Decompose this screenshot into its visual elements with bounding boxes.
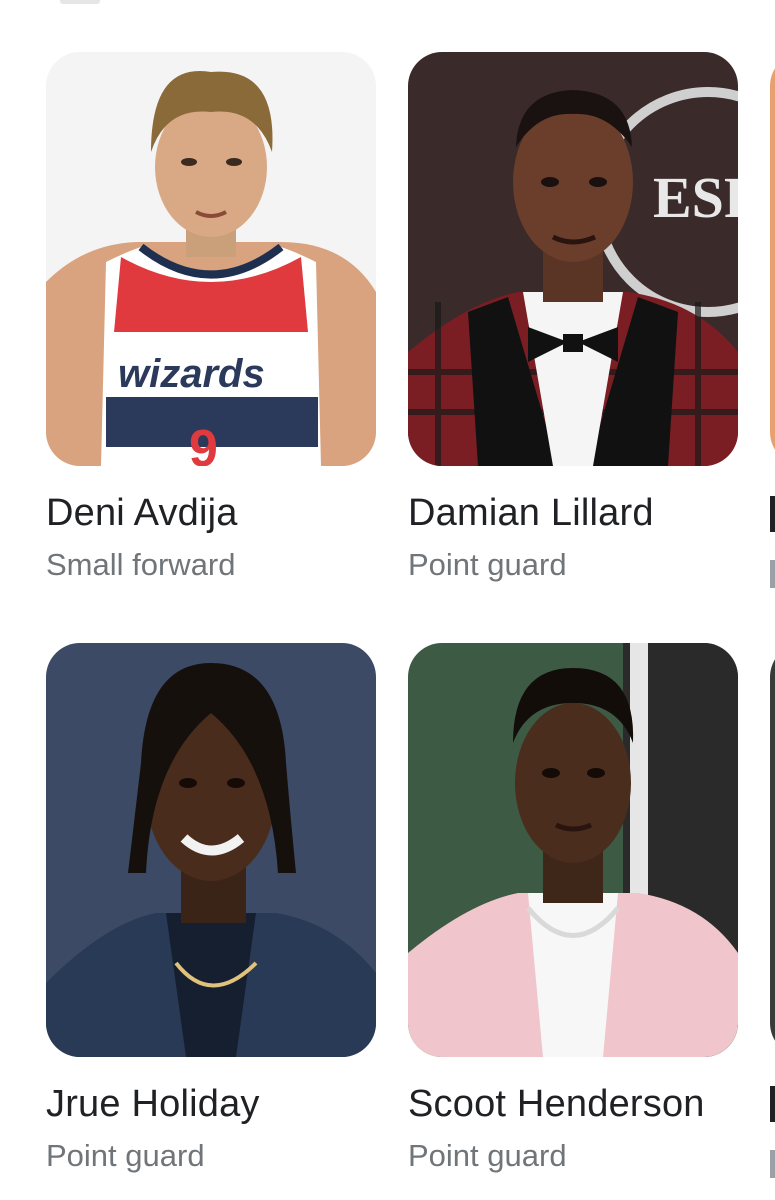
next-result-name-edge: [770, 496, 775, 532]
player-name[interactable]: Scoot Henderson: [408, 1083, 738, 1126]
player-photo[interactable]: ESP: [408, 52, 738, 466]
player-name[interactable]: Deni Avdija: [46, 492, 376, 535]
player-position: Point guard: [46, 1138, 205, 1173]
next-result-card-edge[interactable]: [770, 643, 775, 1057]
next-result-card-edge[interactable]: [770, 52, 775, 466]
player-position: Point guard: [408, 547, 567, 582]
player-name[interactable]: Jrue Holiday: [46, 1083, 376, 1126]
player-photo[interactable]: wizards 9: [46, 52, 376, 466]
player-name[interactable]: Damian Lillard: [408, 492, 738, 535]
player-photo[interactable]: [408, 643, 738, 1057]
player-position: Small forward: [46, 547, 236, 582]
next-result-position-edge: [770, 1150, 775, 1178]
backdrop-logo-text: ESP: [653, 165, 738, 230]
next-result-position-edge: [770, 560, 775, 588]
player-photo[interactable]: [46, 643, 376, 1057]
jersey-wordmark: wizards: [118, 352, 265, 396]
result-card-jrue-holiday[interactable]: Jrue Holiday Point guard: [46, 643, 376, 1174]
jersey-number: 9: [189, 420, 218, 466]
next-result-name-edge: [770, 1086, 775, 1122]
player-position: Point guard: [408, 1138, 567, 1173]
result-card-damian-lillard[interactable]: ESP Damian Lil: [408, 52, 738, 583]
result-card-deni-avdija[interactable]: wizards 9 Deni Avdija Small forward: [46, 52, 376, 583]
previous-section-edge: [60, 0, 100, 4]
result-card-scoot-henderson[interactable]: Scoot Henderson Point guard: [408, 643, 738, 1174]
